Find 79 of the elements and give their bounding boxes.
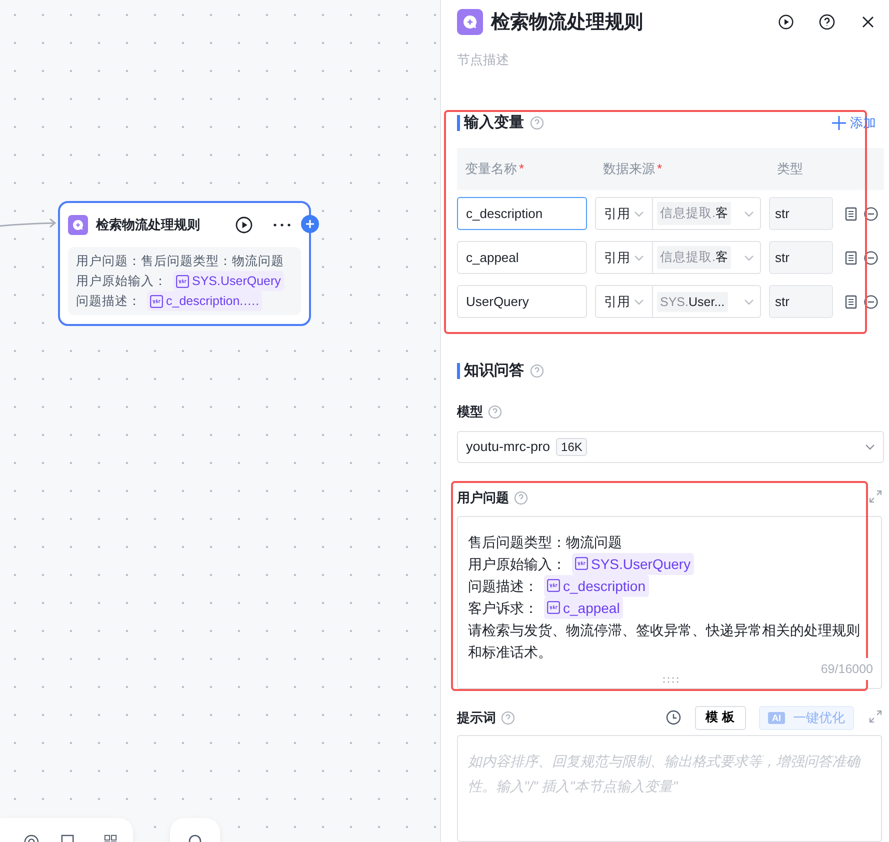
reference-select[interactable]: SYS.User...	[653, 286, 760, 318]
reference-tag: 信息提取.客	[657, 202, 732, 226]
section-title: 知识问答	[457, 362, 524, 379]
field-label: 模型	[457, 403, 483, 422]
more-icon[interactable]	[273, 223, 291, 227]
expand-icon[interactable]	[869, 490, 882, 503]
history-icon[interactable]	[666, 710, 681, 726]
source-select[interactable]: 引用 信息提取.客	[595, 197, 761, 230]
workflow-node[interactable]: 检索物流处理规则 用户问题：售后问题类型：物流问题 用户原始输入： SYS.UserQuery 问题描述： c_description.….	[58, 201, 311, 326]
summary-label: 用户原始输入：	[76, 273, 167, 290]
question-text: 客户诉求：	[468, 598, 538, 618]
variable-name-field[interactable]: c_description	[457, 197, 587, 230]
chevron-down-icon	[634, 210, 644, 217]
source-type-select[interactable]: 引用	[596, 242, 653, 274]
summary-label: 用户问题：	[76, 253, 141, 270]
variable-tag: SYS.UserQuery	[173, 271, 284, 291]
type-field: str	[769, 197, 833, 230]
reference-tag: 信息提取.客	[657, 246, 732, 270]
variable-icon	[150, 294, 163, 308]
reference-select[interactable]: 信息提取.客	[653, 198, 760, 230]
variable-icon	[547, 579, 560, 592]
variable-tag: c_description	[544, 574, 648, 597]
variable-name-field[interactable]: UserQuery	[457, 285, 587, 318]
variable-icon	[575, 557, 588, 570]
question-text: 售后问题类型：物流问题	[468, 532, 623, 552]
resize-handle-icon[interactable]	[662, 676, 680, 683]
chevron-down-icon	[744, 254, 754, 261]
document-icon[interactable]	[845, 206, 857, 221]
character-counter: 69/16000	[820, 658, 873, 680]
plus-icon	[832, 116, 846, 130]
chevron-down-icon	[634, 298, 644, 305]
variable-icon	[176, 274, 189, 288]
summary-value: 售后问题类型：物流问题	[141, 253, 284, 270]
source-select[interactable]: 引用 SYS.User...	[595, 285, 761, 318]
reference-select[interactable]: 信息提取.客	[653, 242, 760, 274]
variable-tag: c_description.….	[147, 291, 262, 311]
question-text: 用户原始输入：	[468, 554, 566, 574]
document-icon[interactable]	[845, 294, 857, 309]
play-icon[interactable]	[235, 216, 253, 234]
field-label: 用户问题	[457, 488, 509, 507]
chat-bubble-icon	[68, 215, 88, 235]
section-title: 输入变量	[457, 114, 524, 131]
add-icon[interactable]	[301, 215, 319, 233]
remove-icon[interactable]	[864, 206, 878, 221]
model-select[interactable]: youtu-mrc-pro 16K	[457, 431, 884, 463]
chevron-down-icon	[865, 444, 875, 450]
variable-icon	[547, 601, 560, 614]
question-field[interactable]: 售后问题类型：物流问题 用户原始输入： SYS.UserQuery 问题描述： c_description 客户诉求： c_appeal 请检索与发货、物流停滞、签收异常、快递异常相关的处理规则和标准话术。 69/16000	[457, 516, 882, 689]
summary-label: 问题描述：	[76, 293, 141, 310]
help-button[interactable]	[818, 13, 836, 31]
prompt-field[interactable]: 如内容排序、回复规范与限制、输出格式要求等，增强问答准确性。输入"/" 插入"本节点输入变量"	[457, 734, 882, 842]
type-field: str	[769, 285, 833, 318]
document-icon[interactable]	[845, 250, 857, 265]
remove-icon[interactable]	[864, 294, 878, 309]
column-header: 类型	[777, 160, 804, 178]
variable-tag: c_appeal	[544, 596, 623, 619]
source-select[interactable]: 引用 信息提取.客	[595, 241, 761, 274]
source-type-select[interactable]: 引用	[596, 286, 653, 318]
node-title: 检索物流处理规则	[96, 216, 201, 234]
chevron-down-icon	[634, 254, 644, 261]
chevron-down-icon	[744, 298, 754, 305]
type-field: str	[769, 241, 833, 274]
expand-icon[interactable]	[869, 710, 882, 723]
panel-title: 检索物流处理规则	[491, 10, 644, 35]
variable-name-field[interactable]: c_appeal	[457, 241, 587, 274]
reference-tag: SYS.User...	[657, 292, 728, 312]
column-header: 变量名称*	[465, 160, 526, 178]
variable-tag: SYS.UserQuery	[572, 552, 694, 575]
chat-bubble-icon	[457, 9, 483, 35]
context-badge: 16K	[556, 438, 588, 456]
template-button[interactable]: 模 板	[694, 706, 746, 730]
field-label: 提示词	[457, 708, 496, 727]
question-text: 问题描述：	[468, 576, 538, 596]
source-type-select[interactable]: 引用	[596, 198, 653, 230]
column-header: 数据来源*	[603, 160, 664, 178]
ai-badge: AI	[768, 712, 785, 724]
remove-icon[interactable]	[864, 250, 878, 265]
chevron-down-icon	[744, 210, 754, 217]
connector-arrow	[0, 216, 58, 230]
